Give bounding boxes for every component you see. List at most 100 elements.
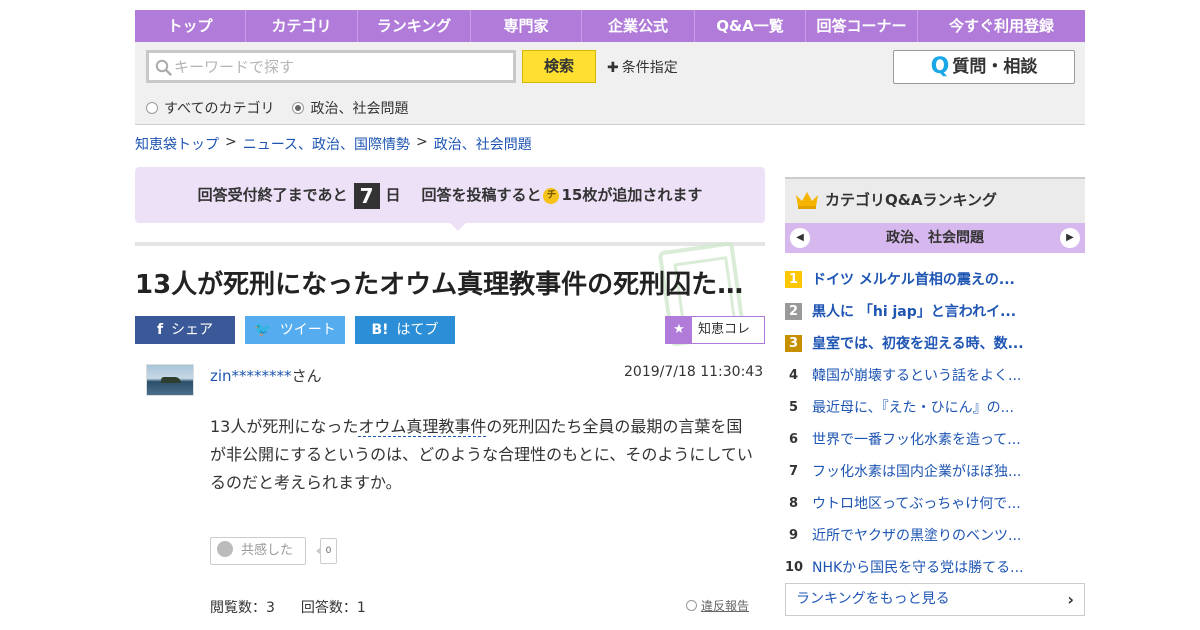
scope-current-label: 政治、社会問題 [310,101,409,117]
nav-item-experts[interactable]: 専門家 [471,10,582,42]
scope-all-radio[interactable]: すべてのカテゴリ [146,98,274,118]
facebook-icon: f [156,322,164,338]
twitter-share-button[interactable]: 🐦 ツイート [245,316,345,344]
rank-number: 4 [788,367,799,383]
breadcrumb-separator: > [416,134,428,150]
hatena-icon: B! [371,322,389,338]
nav-item-top[interactable]: トップ [135,10,246,42]
ranking-item: 1 ドイツ メルケル首相の震えの... [785,263,1085,295]
question-stats: 閲覧数：3 回答数：1 [210,597,392,617]
ranking-item: 2 黒人に 「hi jap」と言われイ... [785,295,1085,327]
ranking-link[interactable]: 黒人に 「hi jap」と言われイ... [812,301,1016,321]
ranking-item: 5 最近母に、『えた・ひにん』の... [785,391,1085,423]
ranking-item: 7 フッ化水素は国内企業がほぼ独... [785,455,1085,487]
notice-day-unit: 日 [385,186,401,204]
chevron-right-icon[interactable]: ▶ [1060,228,1080,248]
nav-item-category[interactable]: カテゴリ [246,10,358,42]
filter-link[interactable]: ✚ 条件指定 [607,57,678,77]
plus-icon: ✚ [607,60,619,76]
ranking-link[interactable]: ドイツ メルケル首相の震えの... [812,269,1015,289]
empathy-count: 0 [316,538,337,564]
facebook-share-button[interactable]: f シェア [135,316,235,344]
answer-count: 回答数：1 [300,600,366,616]
chevron-right-icon: › [1067,590,1074,609]
chevron-left-icon[interactable]: ◀ [790,228,810,248]
keyword-link[interactable]: オウム真理教事件 [358,417,487,437]
rank-number: 6 [788,431,799,447]
notice-pointer [450,223,466,231]
empathy-label: 共感した [241,543,294,558]
breadcrumb-home[interactable]: 知恵袋トップ [135,134,219,154]
top-nav: トップ カテゴリ ランキング 専門家 企業公式 Q&A一覧 回答コーナー 今すぐ… [135,10,1085,42]
rank-number: 10 [785,559,804,575]
ranking-link[interactable]: ウトロ地区ってぶっちゃけ何で... [812,493,1021,513]
rank-number: 9 [788,527,799,543]
avatar[interactable] [146,364,194,396]
filter-label: 条件指定 [621,60,678,76]
author-link[interactable]: zin******** [210,367,292,385]
ranking-title: カテゴリQ&Aランキング [825,191,997,209]
favorite-label: 知恵コレ [698,322,751,337]
scope-current-radio[interactable]: 政治、社会問題 [292,98,408,118]
rank-number: 5 [788,399,799,415]
search-button[interactable]: 検索 [522,50,596,83]
empathy-button[interactable]: 共感した [210,537,306,565]
ranking-link[interactable]: フッ化水素は国内企業がほぼ独... [812,461,1021,481]
question-body: 13人が死刑になったオウム真理教事件の死刑囚たち全員の最期の言葉を国が非公開にす… [210,413,755,497]
search-input[interactable] [174,55,509,79]
ranking-link[interactable]: 世界で一番フッ化水素を造って... [812,429,1021,449]
ranking-link[interactable]: 皇室では、初夜を迎える時、数... [812,333,1024,353]
view-count: 閲覧数：3 [210,600,275,616]
ranking-link[interactable]: NHKから国民を守る党は勝てる... [812,557,1024,577]
ranking-link[interactable]: 最近母に、『えた・ひにん』の... [812,397,1014,417]
twitter-icon: 🐦 [254,322,272,338]
question-title: 13人が死刑になったオウム真理教事件の死刑囚たち全員の最期の言葉を国が非公開にす… [135,270,765,300]
ranking-category-bar: ◀ 政治、社会問題 ▶ [785,223,1085,253]
more-ranking-label: ランキングをもっと見る [796,591,950,607]
rank-number: 8 [788,495,799,511]
search-panel: 検索 ✚条件指定 Q質問・相談 すべてのカテゴリ 政治、社会問題 [135,42,1085,125]
nav-item-qa-list[interactable]: Q&A一覧 [695,10,806,42]
notice-prefix: 回答受付終了まであと [197,186,348,204]
ranking-item: 6 世界で一番フッ化水素を造って... [785,423,1085,455]
ranking-link[interactable]: 近所でヤクザの黒塗りのベンツ... [812,525,1021,545]
ranking-header: カテゴリQ&Aランキング [785,177,1085,223]
twitter-share-label: ツイート [279,322,336,338]
breadcrumb-category[interactable]: 政治、社会問題 [434,134,532,154]
hatena-bookmark-button[interactable]: B! はてブ [355,316,455,344]
rank-number: 1 [785,270,802,288]
report-link[interactable]: 違反報告 [686,597,749,614]
radio-off-icon [146,102,158,114]
search-scope: すべてのカテゴリ 政治、社会問題 [146,98,408,118]
rank-number: 2 [785,302,802,320]
rank-number: 7 [788,463,799,479]
coin-icon: チ [543,187,560,204]
author: zin********さん [210,365,322,386]
ranking-item: 9 近所でヤクザの黒塗りのベンツ... [785,519,1085,551]
smile-icon [217,541,233,557]
ban-icon [686,600,697,611]
nav-item-register[interactable]: 今すぐ利用登録 [918,10,1085,42]
ranking-link[interactable]: 韓国が崩壊するという話をよく... [812,365,1021,385]
deadline-notice: 回答受付終了まであと 7 日 回答を投稿するとチ 15枚が追加されます [135,167,765,223]
days-left-badge: 7 [353,182,380,209]
ranking-item: 10 NHKから国民を守る党は勝てる... [785,551,1085,583]
ask-question-button[interactable]: Q 質問・相談 [893,50,1075,84]
star-icon: ★ [666,317,692,343]
notice-suffix: 15枚が追加されます [561,186,703,204]
crown-icon [796,192,818,209]
scope-all-label: すべてのカテゴリ [164,101,275,117]
more-ranking-link[interactable]: ランキングをもっと見る › [785,583,1085,616]
breadcrumb: 知恵袋トップ > ニュース、政治、国際情勢 > 政治、社会問題 [135,134,532,154]
breadcrumb-news[interactable]: ニュース、政治、国際情勢 [243,134,410,154]
posted-timestamp: 2019/7/18 11:30:43 [624,364,764,380]
nav-item-official[interactable]: 企業公式 [582,10,695,42]
favorite-button[interactable]: ★ 知恵コレ [665,316,765,344]
nav-item-answer-corner[interactable]: 回答コーナー [806,10,918,42]
hatena-bookmark-label: はてブ [396,322,439,338]
ranking-category: 政治、社会問題 [886,230,984,246]
radio-on-icon [292,102,305,114]
search-icon [155,59,172,76]
nav-item-ranking[interactable]: ランキング [358,10,471,42]
divider [135,242,765,246]
